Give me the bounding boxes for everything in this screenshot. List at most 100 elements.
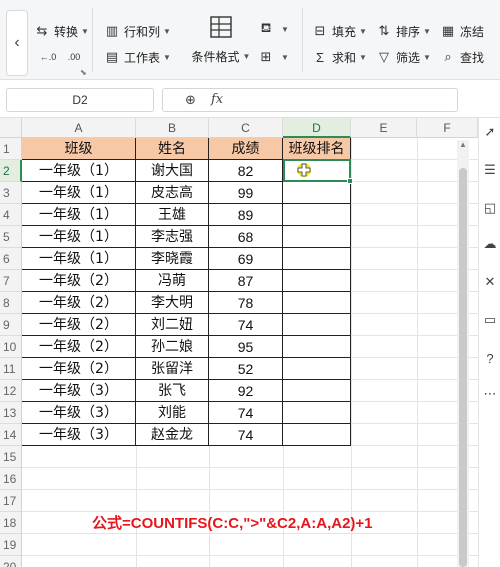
table-cell[interactable]: 刘能 (136, 402, 209, 424)
table-cell[interactable]: 张飞 (136, 380, 209, 402)
table-cell[interactable]: 78 (209, 292, 283, 314)
table-cell[interactable]: 李大明 (136, 292, 209, 314)
fill-handle[interactable] (347, 178, 353, 184)
more-icon[interactable]: ⋯ (482, 386, 498, 402)
table-cell[interactable]: 皮志高 (136, 182, 209, 204)
rank-cell[interactable] (283, 226, 351, 248)
layout-icon[interactable]: ▭ (482, 312, 498, 328)
sliders-icon[interactable]: ☰ (482, 162, 498, 178)
table-cell[interactable]: 92 (209, 380, 283, 402)
table-cell[interactable]: 89 (209, 204, 283, 226)
table-cell[interactable]: 一年级（3） (22, 402, 136, 424)
rows-columns-button[interactable]: ▥ 行和列 ▼ (104, 20, 171, 42)
find-button[interactable]: ⌕ 查找 (440, 46, 484, 68)
row-header-13[interactable]: 13 (0, 402, 22, 424)
table-cell[interactable]: 赵金龙 (136, 424, 209, 446)
table-cell[interactable]: 一年级（3） (22, 424, 136, 446)
name-box[interactable]: D2 (6, 88, 154, 112)
row-header-18[interactable]: 18 (0, 512, 22, 534)
table-cell[interactable]: 74 (209, 402, 283, 424)
table-cell[interactable]: 一年级（1） (22, 182, 136, 204)
table-cell[interactable]: 一年级（2） (22, 314, 136, 336)
decimal-decrease-button[interactable]: .00 (64, 46, 88, 68)
table-cell[interactable]: 冯萌 (136, 270, 209, 292)
active-cell-selection[interactable] (283, 159, 351, 182)
dialog-launcher-icon[interactable]: ⬊ (80, 68, 87, 77)
table-cell[interactable]: 一年级（1） (22, 160, 136, 182)
row-header-12[interactable]: 12 (0, 380, 22, 402)
row-header-17[interactable]: 17 (0, 490, 22, 512)
help-icon[interactable]: ? (482, 350, 498, 366)
table-cell[interactable]: 52 (209, 358, 283, 380)
rank-cell[interactable] (283, 336, 351, 358)
rank-cell[interactable] (283, 380, 351, 402)
rank-cell[interactable] (283, 182, 351, 204)
row-header-2[interactable]: 2 (0, 160, 22, 182)
table-cell[interactable]: 一年级（1） (22, 204, 136, 226)
rank-cell[interactable] (283, 270, 351, 292)
table-cell[interactable]: 一年级（1） (22, 248, 136, 270)
column-header-f[interactable]: F (417, 118, 478, 138)
row-header-5[interactable]: 5 (0, 226, 22, 248)
cell-style-button[interactable]: ⛾ ▼ (258, 18, 289, 40)
scrollbar-thumb[interactable] (459, 168, 467, 567)
table-cell[interactable]: 一年级（2） (22, 270, 136, 292)
filter-button[interactable]: ▽ 筛选 ▼ (376, 46, 431, 68)
table-cell[interactable]: 74 (209, 314, 283, 336)
table-cell[interactable]: 李志强 (136, 226, 209, 248)
conditional-format-button[interactable]: 条件格式 ▼ (190, 10, 252, 74)
rank-cell[interactable] (283, 248, 351, 270)
row-header-16[interactable]: 16 (0, 468, 22, 490)
table-cell[interactable]: 张留洋 (136, 358, 209, 380)
pointer-icon[interactable]: ➚ (482, 124, 498, 140)
table-cell[interactable]: 一年级（2） (22, 358, 136, 380)
sum-button[interactable]: Σ 求和 ▼ (312, 46, 367, 68)
table-cell[interactable]: 69 (209, 248, 283, 270)
table-header-cell[interactable]: 班级 (22, 138, 136, 160)
freeze-button[interactable]: ▦ 冻结 (440, 20, 484, 42)
worksheet-button[interactable]: ▤ 工作表 ▼ (104, 46, 171, 68)
row-header-19[interactable]: 19 (0, 534, 22, 556)
cloud-icon[interactable]: ☁ (482, 236, 498, 252)
column-header-c[interactable]: C (209, 118, 283, 138)
row-header-3[interactable]: 3 (0, 182, 22, 204)
row-header-9[interactable]: 9 (0, 314, 22, 336)
fx-icon[interactable]: fx (211, 92, 223, 107)
column-header-b[interactable]: B (136, 118, 209, 138)
table-cell[interactable]: 李晓霞 (136, 248, 209, 270)
row-header-4[interactable]: 4 (0, 204, 22, 226)
borders-button[interactable]: ⊞ ▼ (258, 46, 289, 68)
select-all-corner[interactable] (0, 118, 22, 138)
column-header-d[interactable]: D (283, 118, 351, 138)
rank-cell[interactable] (283, 314, 351, 336)
table-header-cell[interactable]: 成绩 (209, 138, 283, 160)
column-header-e[interactable]: E (351, 118, 417, 138)
table-header-cell[interactable]: 姓名 (136, 138, 209, 160)
sort-button[interactable]: ⇅ 排序 ▼ (376, 20, 431, 42)
table-cell[interactable]: 82 (209, 160, 283, 182)
zoom-search-icon[interactable]: ⊕ (185, 92, 196, 108)
row-header-11[interactable]: 11 (0, 358, 22, 380)
table-cell[interactable]: 一年级（2） (22, 292, 136, 314)
fill-button[interactable]: ⊟ 填充 ▼ (312, 20, 367, 42)
row-header-10[interactable]: 10 (0, 336, 22, 358)
table-cell[interactable]: 74 (209, 424, 283, 446)
shape-icon[interactable]: ◱ (482, 200, 498, 216)
scroll-up-icon[interactable]: ▲ (459, 140, 467, 149)
table-cell[interactable]: 68 (209, 226, 283, 248)
rank-cell[interactable] (283, 402, 351, 424)
rank-cell[interactable] (283, 204, 351, 226)
decimal-increase-button[interactable]: ←.0 (38, 46, 62, 68)
convert-button[interactable]: ⇆ 转换 ▼ (34, 20, 89, 42)
rank-cell[interactable] (283, 424, 351, 446)
row-header-8[interactable]: 8 (0, 292, 22, 314)
ribbon-scroll-left-button[interactable]: ‹ (6, 10, 28, 76)
table-cell[interactable]: 孙二娘 (136, 336, 209, 358)
table-cell[interactable]: 谢大国 (136, 160, 209, 182)
table-cell[interactable]: 王雄 (136, 204, 209, 226)
row-header-20[interactable]: 20 (0, 556, 22, 567)
table-cell[interactable]: 99 (209, 182, 283, 204)
table-cell[interactable]: 一年级（1） (22, 226, 136, 248)
row-header-14[interactable]: 14 (0, 424, 22, 446)
rank-cell[interactable] (283, 358, 351, 380)
